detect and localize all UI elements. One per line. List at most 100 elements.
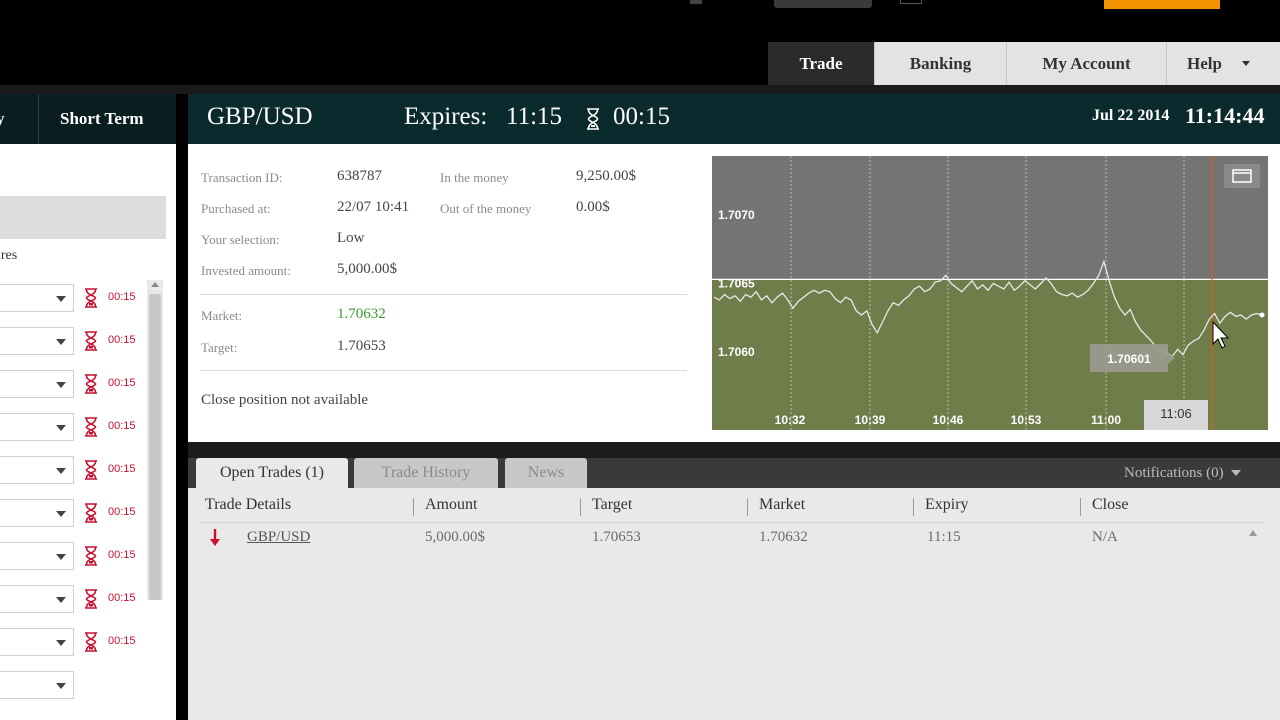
x-tick-label: 10:53	[1011, 413, 1042, 427]
hourglass-icon	[85, 589, 97, 609]
main-nav: Trade Banking My Account Help	[0, 42, 1280, 85]
in-the-money-value: 9,250.00$	[576, 168, 636, 184]
expiry-select[interactable]	[0, 542, 74, 570]
notifications-label: Notifications (0)	[1124, 464, 1224, 481]
chevron-down-icon	[56, 511, 66, 517]
nav-tab-trade[interactable]: Trade	[768, 42, 874, 85]
selection-value: Low	[337, 230, 365, 246]
expiry-select[interactable]	[0, 370, 74, 398]
trade-asset-link[interactable]: GBP/USD	[247, 529, 310, 546]
asset-list-item[interactable]: 00:15	[0, 624, 176, 667]
y-tick-label: 1.7065	[718, 277, 755, 291]
header-date: Jul 22 2014	[1092, 107, 1170, 124]
expiry-select[interactable]	[0, 284, 74, 312]
tab-news[interactable]: News	[505, 458, 587, 488]
current-price-dot	[1259, 312, 1265, 318]
scroll-up-icon[interactable]	[151, 282, 159, 287]
expiry-select[interactable]	[0, 671, 74, 699]
chevron-down-icon	[56, 468, 66, 474]
trades-tabs: Open Trades (1) Trade History News Notif…	[188, 458, 1280, 488]
market-value: 1.70632	[337, 306, 386, 322]
fullscreen-button[interactable]	[1224, 164, 1260, 188]
trade-close: N/A	[1092, 529, 1118, 545]
top-deposit-button[interactable]	[1104, 0, 1220, 9]
tab-open-trades[interactable]: Open Trades (1)	[196, 458, 348, 488]
cursor-time-label: 11:06	[1160, 406, 1192, 421]
chevron-down-icon	[56, 640, 66, 646]
column-separator	[1080, 498, 1081, 516]
left-tab-label: Short Term	[60, 109, 144, 128]
arrow-down-icon	[210, 529, 220, 546]
column-separator	[413, 498, 414, 516]
left-tabs: y Short Term	[0, 94, 176, 144]
in-the-money-label: In the money	[440, 170, 509, 185]
left-tab-partial[interactable]: y	[0, 94, 5, 144]
left-tab-short-term[interactable]: Short Term	[60, 94, 144, 144]
target-label: Target:	[201, 340, 238, 355]
expires-label: Expires:	[404, 103, 488, 130]
header-clock: 11:14:44	[1185, 103, 1265, 128]
hourglass-icon	[587, 108, 599, 130]
expiry-select[interactable]	[0, 585, 74, 613]
x-tick-label: 10:46	[933, 413, 964, 427]
hourglass-icon	[85, 546, 97, 566]
notifications-dropdown[interactable]: Notifications (0)	[1124, 458, 1241, 488]
selection-label: Your selection:	[201, 232, 280, 247]
chevron-down-icon	[56, 425, 66, 431]
top-login-field[interactable]	[774, 0, 872, 8]
asset-list-panel: ires 00:15 00:15 00:15 00:15 00:15 00:15 00:15…	[0, 144, 176, 720]
asset-countdown: 00:15	[108, 635, 136, 647]
price-chart[interactable]: 1.7070 1.7065 1.7060 10:32 10:39 10:46 10:53 11…	[712, 156, 1268, 430]
scrollbar-thumb[interactable]	[149, 294, 161, 600]
trade-expiry: 11:15	[927, 529, 961, 545]
top-envelope-icon[interactable]	[900, 0, 922, 4]
tab-label: News	[527, 464, 565, 481]
left-tab-separator	[38, 94, 39, 144]
details-divider	[200, 294, 687, 295]
expiry-select[interactable]	[0, 499, 74, 527]
chart-above-target-zone	[712, 156, 1268, 280]
tab-label: Trade History	[381, 464, 471, 481]
expiry-select[interactable]	[0, 628, 74, 656]
chevron-down-icon	[56, 683, 66, 689]
trades-divider	[188, 442, 1280, 458]
nav-tab-help[interactable]: Help	[1166, 42, 1280, 85]
nav-tab-banking[interactable]: Banking	[874, 42, 1006, 85]
market-label: Market:	[201, 308, 243, 323]
expiry-select[interactable]	[0, 327, 74, 355]
expiry-select[interactable]	[0, 456, 74, 484]
chart-frame	[1268, 144, 1280, 442]
nav-tab-my-account[interactable]: My Account	[1006, 42, 1166, 85]
trade-market: 1.70632	[759, 529, 808, 545]
column-header-amount: Amount	[425, 496, 478, 513]
asset-list-scrollbar[interactable]	[147, 280, 163, 600]
asset-countdown: 00:15	[108, 549, 136, 561]
out-of-the-money-value: 0.00$	[576, 199, 610, 215]
asset-countdown: 00:15	[108, 592, 136, 604]
scroll-up-icon[interactable]	[1249, 530, 1257, 536]
countdown-timer: 00:15	[613, 103, 670, 130]
tab-trade-history[interactable]: Trade History	[354, 458, 498, 488]
column-header-expiry: Expiry	[925, 496, 969, 513]
chevron-down-icon	[56, 339, 66, 345]
close-position-note: Close position not available	[201, 392, 369, 408]
hourglass-icon	[85, 417, 97, 437]
nav-tab-label: Trade	[799, 53, 843, 73]
chart-frame	[712, 144, 1268, 156]
asset-list-item[interactable]	[0, 667, 176, 710]
transaction-id-label: Transaction ID:	[201, 170, 283, 185]
tab-label: Open Trades (1)	[220, 464, 324, 481]
asset-pair-title: GBP/USD	[207, 103, 313, 130]
asset-countdown: 00:15	[108, 291, 136, 303]
position-details: Transaction ID: 638787 Purchased at: 22/…	[188, 144, 712, 442]
price-callout-label: 1.70601	[1107, 352, 1151, 366]
expiry-select[interactable]	[0, 413, 74, 441]
column-separator	[747, 498, 748, 516]
x-tick-label: 10:39	[855, 413, 886, 427]
asset-countdown: 00:15	[108, 377, 136, 389]
transaction-id-value: 638787	[337, 168, 382, 184]
target-value: 1.70653	[337, 338, 386, 354]
asset-header: GBP/USD Expires: 11:15 00:15 Jul 22 2014…	[188, 94, 1280, 144]
hourglass-icon	[85, 288, 97, 308]
nav-tab-label: Banking	[909, 53, 972, 73]
